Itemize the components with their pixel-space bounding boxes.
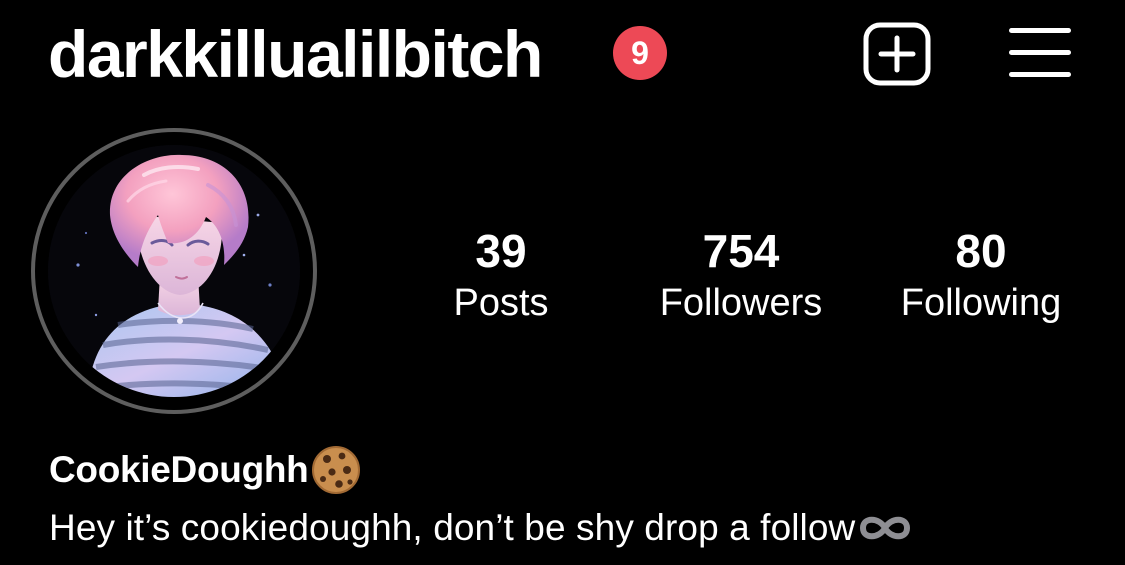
hamburger-menu-icon — [1009, 28, 1071, 33]
stat-label: Posts — [453, 282, 549, 324]
stat-value: 39 — [475, 225, 527, 277]
stat-label: Followers — [659, 282, 823, 324]
display-name-row: CookieDoughh — [49, 444, 362, 496]
infinity-icon — [857, 511, 913, 545]
username[interactable]: darkkillualilbitch — [48, 12, 543, 96]
menu-button[interactable] — [1007, 24, 1073, 84]
display-name: CookieDoughh — [49, 449, 309, 490]
stat-following[interactable]: 80 Following — [871, 222, 1091, 328]
bio-row: Hey it’s cookiedoughh, don’t be shy drop… — [49, 502, 913, 554]
hamburger-menu-icon-bar — [1009, 50, 1071, 55]
stat-value: 80 — [955, 225, 1007, 277]
avatar-illustration — [48, 145, 300, 397]
new-post-button[interactable] — [862, 22, 932, 86]
bio-text: Hey it’s cookiedoughh, don’t be shy drop… — [49, 507, 856, 548]
cookie-icon — [310, 444, 362, 496]
stat-label: Following — [900, 282, 1062, 324]
hamburger-menu-icon-bar — [1009, 72, 1071, 77]
avatar[interactable] — [48, 145, 300, 397]
stat-posts[interactable]: 39 Posts — [391, 222, 611, 328]
profile-header: darkkillualilbitch 9 — [0, 0, 1125, 110]
plus-square-icon — [863, 22, 931, 86]
stat-value: 754 — [702, 225, 780, 277]
notification-badge[interactable]: 9 — [613, 26, 667, 80]
stat-followers[interactable]: 754 Followers — [631, 222, 851, 328]
